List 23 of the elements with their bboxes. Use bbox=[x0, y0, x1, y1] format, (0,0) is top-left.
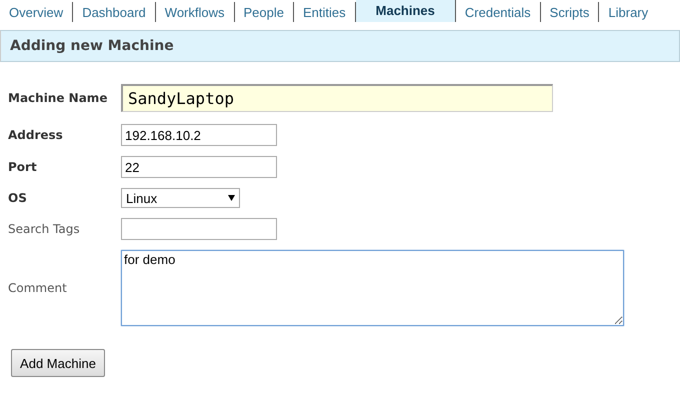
nav-tab[interactable]: Machines bbox=[356, 0, 456, 22]
nav-tab[interactable]: Credentials bbox=[456, 2, 541, 22]
nav-tab[interactable]: Library bbox=[599, 2, 658, 22]
panel-header: Adding new Machine bbox=[0, 30, 680, 62]
machine-name-field[interactable]: SandyLaptop bbox=[121, 84, 553, 112]
field-label: Port bbox=[8, 160, 38, 174]
nav-tab[interactable]: Overview bbox=[0, 2, 74, 22]
field-label: Search Tags bbox=[8, 222, 81, 236]
field-label: Address bbox=[8, 128, 64, 142]
os-dropdown[interactable]: Linux bbox=[121, 188, 240, 208]
field-label: Comment bbox=[8, 281, 68, 295]
text-field[interactable]: 192.168.10.2 bbox=[121, 124, 277, 146]
field-label: Machine Name bbox=[8, 91, 108, 105]
nav-tab[interactable]: Scripts bbox=[540, 2, 600, 22]
comment-field[interactable]: for demo bbox=[121, 250, 624, 326]
add-machine-button[interactable]: Add Machine bbox=[11, 349, 105, 377]
field-label: OS bbox=[8, 191, 28, 205]
dropdown-arrow-icon bbox=[228, 195, 235, 201]
text-field[interactable] bbox=[121, 218, 277, 240]
nav-tab[interactable]: Workflows bbox=[156, 2, 235, 22]
nav-tab[interactable]: People bbox=[234, 2, 294, 22]
nav-tab[interactable]: Dashboard bbox=[73, 2, 156, 22]
text-field[interactable]: 22 bbox=[121, 156, 277, 178]
